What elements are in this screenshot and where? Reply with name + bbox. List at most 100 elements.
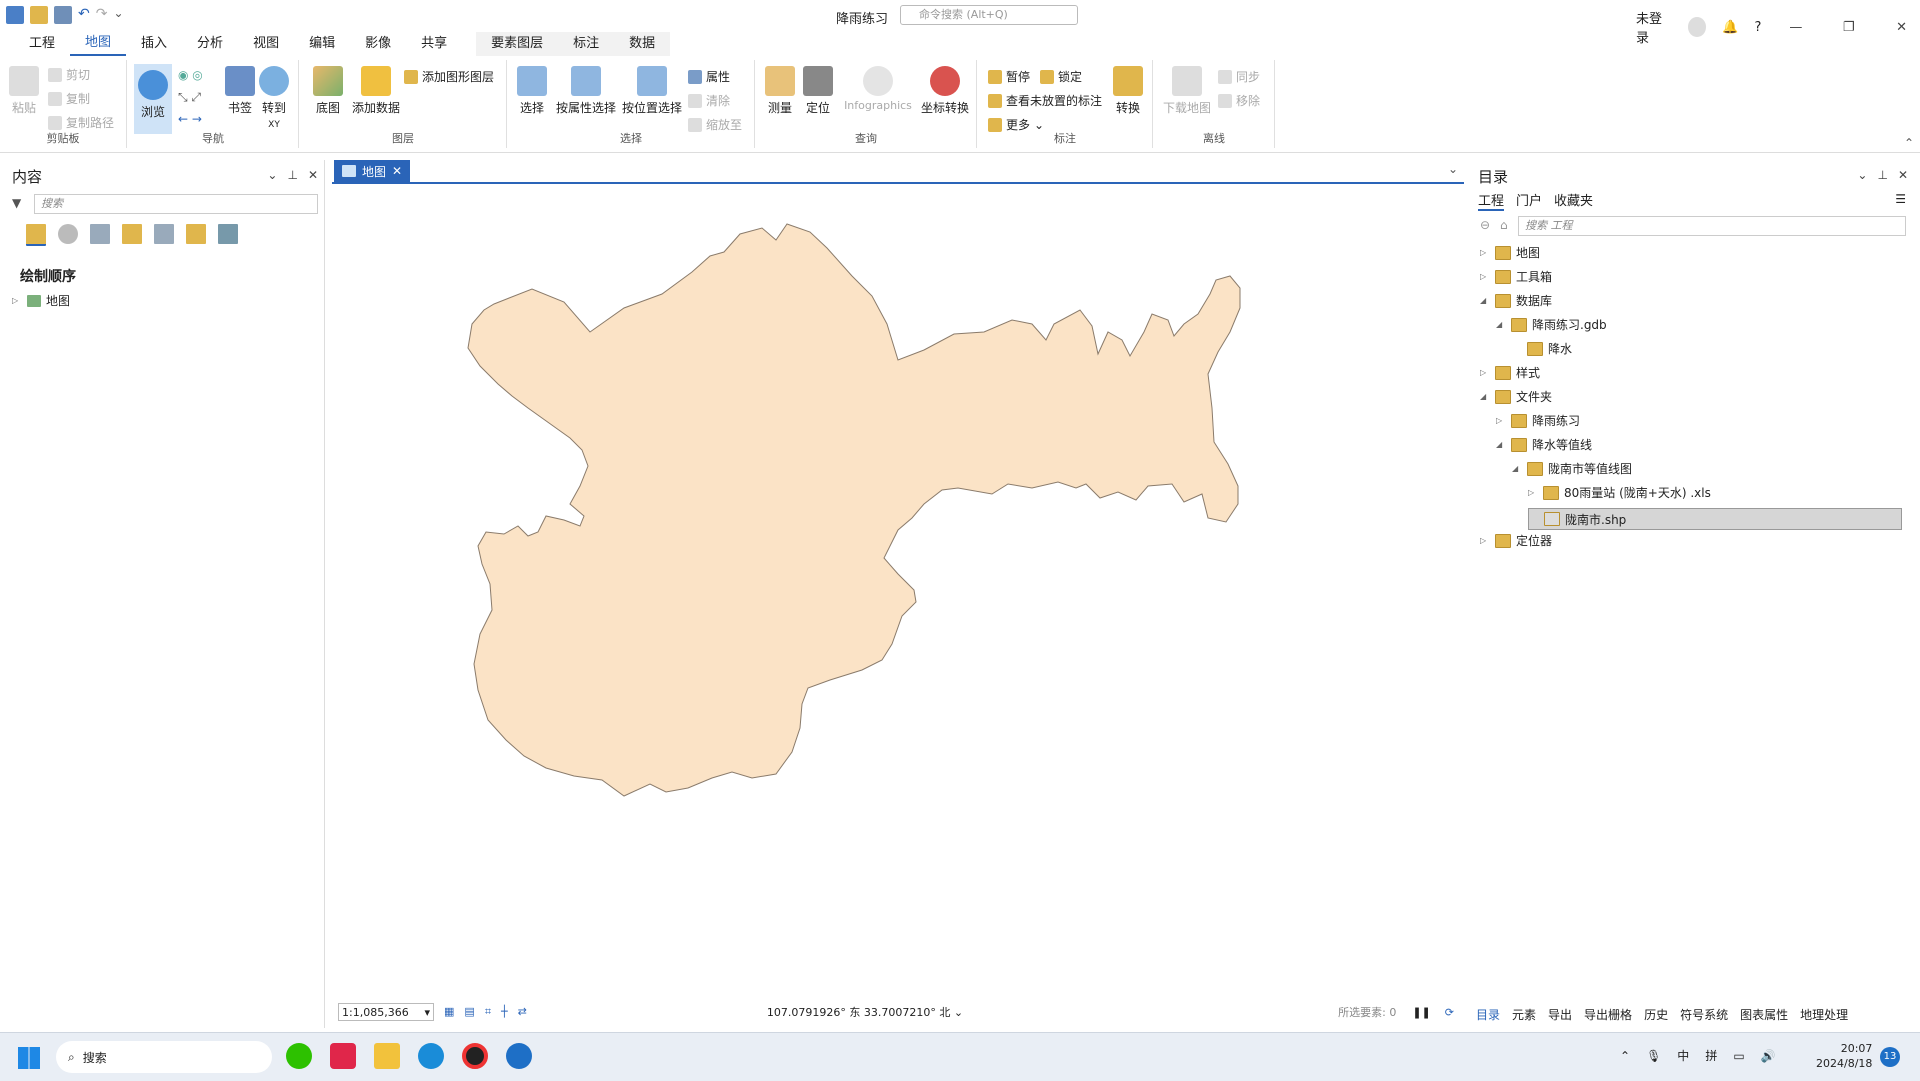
save-icon[interactable] bbox=[54, 6, 72, 24]
back-icon[interactable]: ⊖ bbox=[1480, 218, 1490, 232]
contents-item-map[interactable]: ▷ 地图 bbox=[12, 292, 70, 309]
attributes-button[interactable]: 属性 bbox=[688, 68, 730, 85]
catalog-tree-item[interactable]: ▷ 样式 bbox=[1480, 364, 1540, 381]
collapse-triangle-icon[interactable]: ◢ bbox=[1496, 440, 1506, 449]
notification-badge[interactable]: 13 bbox=[1880, 1047, 1900, 1067]
redo-icon[interactable]: ↷ bbox=[96, 6, 108, 24]
catalog-tree-item[interactable]: 降水 bbox=[1512, 340, 1572, 357]
customize-qat-icon[interactable]: ⌄ bbox=[113, 6, 123, 24]
infographics-button[interactable]: Infographics bbox=[840, 66, 916, 112]
tab-feature-layer[interactable]: 要素图层 bbox=[476, 33, 558, 55]
convert-labels-button[interactable]: 转换 bbox=[1108, 66, 1148, 116]
tab-data[interactable]: 数据 bbox=[614, 33, 670, 55]
catalog-tab-project[interactable]: 工程 bbox=[1478, 190, 1505, 211]
collapse-triangle-icon[interactable]: ◢ bbox=[1512, 464, 1522, 473]
add-data-button[interactable]: 添加数据 bbox=[348, 66, 404, 116]
clock[interactable]: 20:07 2024/8/18 bbox=[1816, 1041, 1872, 1071]
catalog-tree-item[interactable]: ▷ 地图 bbox=[1480, 244, 1540, 261]
longnan-polygon[interactable] bbox=[467, 223, 1241, 797]
snap-icon[interactable]: ⌗ bbox=[485, 1005, 491, 1019]
copy-path-button[interactable]: 复制路径 bbox=[48, 114, 114, 131]
collapse-ribbon-icon[interactable]: ⌃ bbox=[1904, 136, 1914, 150]
bottom-tab[interactable]: 图表属性 bbox=[1740, 1006, 1788, 1023]
bottom-tab[interactable]: 历史 bbox=[1644, 1006, 1668, 1023]
catalog-tab-favorites[interactable]: 收藏夹 bbox=[1554, 190, 1593, 211]
table-toggle-icon[interactable]: ▤ bbox=[464, 1005, 474, 1019]
record-icon[interactable] bbox=[462, 1043, 488, 1069]
pause-labeling-button[interactable]: 暂停 bbox=[988, 68, 1030, 85]
tab-project[interactable]: 工程 bbox=[14, 33, 70, 55]
drawing-order-icon[interactable] bbox=[26, 224, 46, 246]
tab-labeling[interactable]: 标注 bbox=[558, 33, 614, 55]
add-graphics-layer-button[interactable]: 添加图形图层 bbox=[404, 68, 494, 85]
catalog-tree-item[interactable]: ◢ 文件夹 bbox=[1480, 388, 1552, 405]
pause-drawing-icon[interactable]: ❚❚ bbox=[1412, 1006, 1430, 1019]
clear-selection-button[interactable]: 清除 bbox=[688, 92, 730, 109]
catalog-tree-item[interactable]: ◢ 降水等值线 bbox=[1496, 436, 1592, 453]
swipe-icon[interactable]: ⇄ bbox=[518, 1005, 527, 1019]
catalog-tree-item[interactable]: ▷ 工具箱 bbox=[1480, 268, 1552, 285]
catalog-tree-item[interactable]: ▷ 80雨量站 (陇南+天水) .xls bbox=[1528, 484, 1711, 501]
editing-view-icon[interactable] bbox=[122, 224, 142, 244]
locate-button[interactable]: 定位 bbox=[798, 66, 838, 116]
catalog-tree-item[interactable]: ▷ 定位器 bbox=[1480, 532, 1552, 549]
expand-triangle-icon[interactable]: ▷ bbox=[12, 296, 22, 305]
tab-analysis[interactable]: 分析 bbox=[182, 33, 238, 55]
select-by-location-button[interactable]: 按位置选择 bbox=[620, 66, 684, 116]
zoom-full-icon[interactable]: ◉ ◎ bbox=[178, 68, 203, 82]
edge-icon[interactable] bbox=[418, 1043, 444, 1069]
grid-toggle-icon[interactable]: ▦ bbox=[444, 1005, 454, 1019]
arcgis-pro-icon[interactable] bbox=[506, 1043, 532, 1069]
bottom-tab[interactable]: 符号系统 bbox=[1680, 1006, 1728, 1023]
lock-labels-button[interactable]: 锁定 bbox=[1040, 68, 1082, 85]
snapping-view-icon[interactable] bbox=[154, 224, 174, 244]
catalog-tree-item[interactable]: ◢ 陇南市等值线图 bbox=[1512, 460, 1632, 477]
taskbar-search[interactable]: ⌕ 搜索 bbox=[56, 1041, 272, 1073]
perspective-imagery-icon[interactable] bbox=[218, 224, 238, 244]
labeling-view-icon[interactable] bbox=[186, 224, 206, 244]
tab-share[interactable]: 共享 bbox=[406, 33, 462, 55]
expand-triangle-icon[interactable]: ▷ bbox=[1496, 416, 1506, 425]
cut-button[interactable]: 剪切 bbox=[48, 66, 90, 83]
network-icon[interactable]: ▭ bbox=[1733, 1049, 1744, 1063]
undo-icon[interactable]: ↶ bbox=[78, 6, 90, 24]
catalog-tab-portal[interactable]: 门户 bbox=[1516, 190, 1542, 211]
sync-button[interactable]: 同步 bbox=[1218, 68, 1260, 85]
select-button[interactable]: 选择 bbox=[512, 66, 552, 116]
windows-start-icon[interactable] bbox=[18, 1047, 40, 1069]
bottom-tab[interactable]: 目录 bbox=[1476, 1006, 1500, 1023]
ime-pinyin[interactable]: 拼 bbox=[1705, 1047, 1717, 1064]
command-search-input[interactable]: 命令搜索 (Alt+Q) bbox=[900, 5, 1078, 25]
bottom-tab[interactable]: 地理处理 bbox=[1800, 1006, 1848, 1023]
collapse-triangle-icon[interactable]: ◢ bbox=[1496, 320, 1506, 329]
view-unplaced-button[interactable]: 查看未放置的标注 bbox=[988, 92, 1102, 109]
tab-imagery[interactable]: 影像 bbox=[350, 33, 406, 55]
remove-offline-button[interactable]: 移除 bbox=[1218, 92, 1260, 109]
expand-triangle-icon[interactable]: ▷ bbox=[1480, 272, 1490, 281]
measure-button[interactable]: 测量 bbox=[760, 66, 800, 116]
tab-view[interactable]: 视图 bbox=[238, 33, 294, 55]
expand-triangle-icon[interactable]: ▷ bbox=[1480, 536, 1490, 545]
file-explorer-icon[interactable] bbox=[374, 1043, 400, 1069]
catalog-tree-item[interactable]: ◢ 数据库 bbox=[1480, 292, 1552, 309]
catalog-tree-item[interactable]: 陇南市.shp bbox=[1528, 508, 1902, 530]
expand-triangle-icon[interactable]: ▷ bbox=[1528, 488, 1538, 497]
tab-edit[interactable]: 编辑 bbox=[294, 33, 350, 55]
paste-button[interactable]: 粘贴 bbox=[4, 66, 44, 116]
select-by-attributes-button[interactable]: 按属性选择 bbox=[554, 66, 618, 116]
microphone-icon[interactable]: 🎙 bbox=[1646, 1049, 1661, 1063]
bottom-tab[interactable]: 导出 bbox=[1548, 1006, 1572, 1023]
selected-features[interactable]: 所选要素: 0 bbox=[1338, 1004, 1396, 1020]
options-chevron-icon[interactable]: ⌄ bbox=[267, 168, 277, 182]
filter-icon[interactable]: ▼ bbox=[12, 196, 21, 210]
ime-mode[interactable]: 中 bbox=[1677, 1047, 1689, 1064]
tab-list-chevron-icon[interactable]: ⌄ bbox=[1448, 162, 1458, 176]
selection-view-icon[interactable] bbox=[90, 224, 110, 244]
tray-chevron-icon[interactable]: ⌃ bbox=[1620, 1049, 1630, 1063]
pin-icon[interactable]: ⊥ bbox=[287, 168, 297, 182]
options-chevron-icon[interactable]: ⌄ bbox=[1857, 168, 1867, 182]
new-project-icon[interactable] bbox=[6, 6, 24, 24]
menu-icon[interactable]: ☰ bbox=[1895, 192, 1906, 206]
catalog-tree-item[interactable]: ◢ 降雨练习.gdb bbox=[1496, 316, 1607, 333]
contents-search-input[interactable]: 搜索 bbox=[34, 194, 318, 214]
